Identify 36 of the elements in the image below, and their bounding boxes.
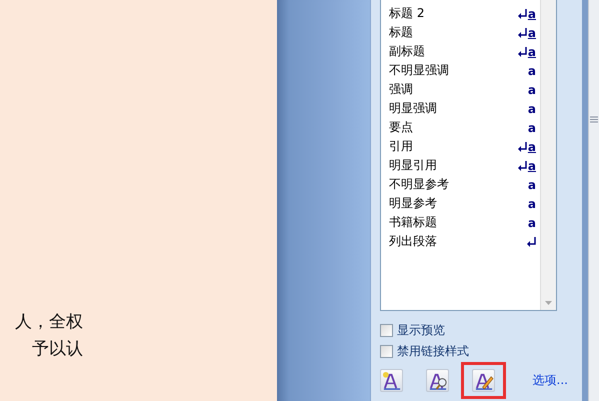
style-item[interactable]: 列出段落 <box>389 233 437 250</box>
style-item[interactable]: 副标题 <box>389 43 425 60</box>
toolbar-button[interactable] <box>426 369 449 392</box>
style-item[interactable]: 不明显强调 <box>389 62 449 79</box>
toolbar-button[interactable] <box>380 369 403 392</box>
style-item[interactable]: 明显强调 <box>389 100 437 117</box>
scroll-down-icon <box>545 301 552 305</box>
new-style-icon <box>382 370 402 390</box>
style-item[interactable]: 标题 <box>389 24 413 41</box>
character-style-icon: a <box>528 216 536 230</box>
character-style-icon: a <box>528 196 536 210</box>
scrollbar[interactable] <box>540 0 556 310</box>
style-item[interactable]: 要点 <box>389 119 413 136</box>
style-item[interactable]: 书籍标题 <box>389 214 437 231</box>
style-item[interactable]: 不明显参考 <box>389 176 449 193</box>
document-text: 予以认 <box>32 338 83 361</box>
style-item[interactable]: 引用 <box>389 138 413 155</box>
style-item[interactable]: 明显参考 <box>389 195 437 212</box>
grip-icon <box>590 116 598 123</box>
style-item[interactable]: 标题 2 <box>389 5 424 22</box>
checkbox-label: 禁用链接样式 <box>397 343 469 360</box>
style-item[interactable]: 明显引用 <box>389 157 437 174</box>
checkbox[interactable] <box>380 324 393 337</box>
checkbox[interactable] <box>380 345 393 358</box>
style-item[interactable]: 强调 <box>389 81 413 98</box>
toolbar-button[interactable] <box>472 369 495 392</box>
paragraph-style-icon <box>527 236 536 246</box>
character-style-icon: a <box>528 120 536 134</box>
character-style-icon: a <box>528 178 536 192</box>
document-text: 人，全权 <box>15 311 83 334</box>
character-style-icon: a <box>528 82 536 96</box>
character-style-icon: a <box>528 64 536 78</box>
checkbox-label: 显示预览 <box>397 322 445 339</box>
options-link[interactable]: 选项... <box>532 372 568 389</box>
scrollbar[interactable] <box>588 0 599 401</box>
character-style-icon: a <box>528 102 536 116</box>
